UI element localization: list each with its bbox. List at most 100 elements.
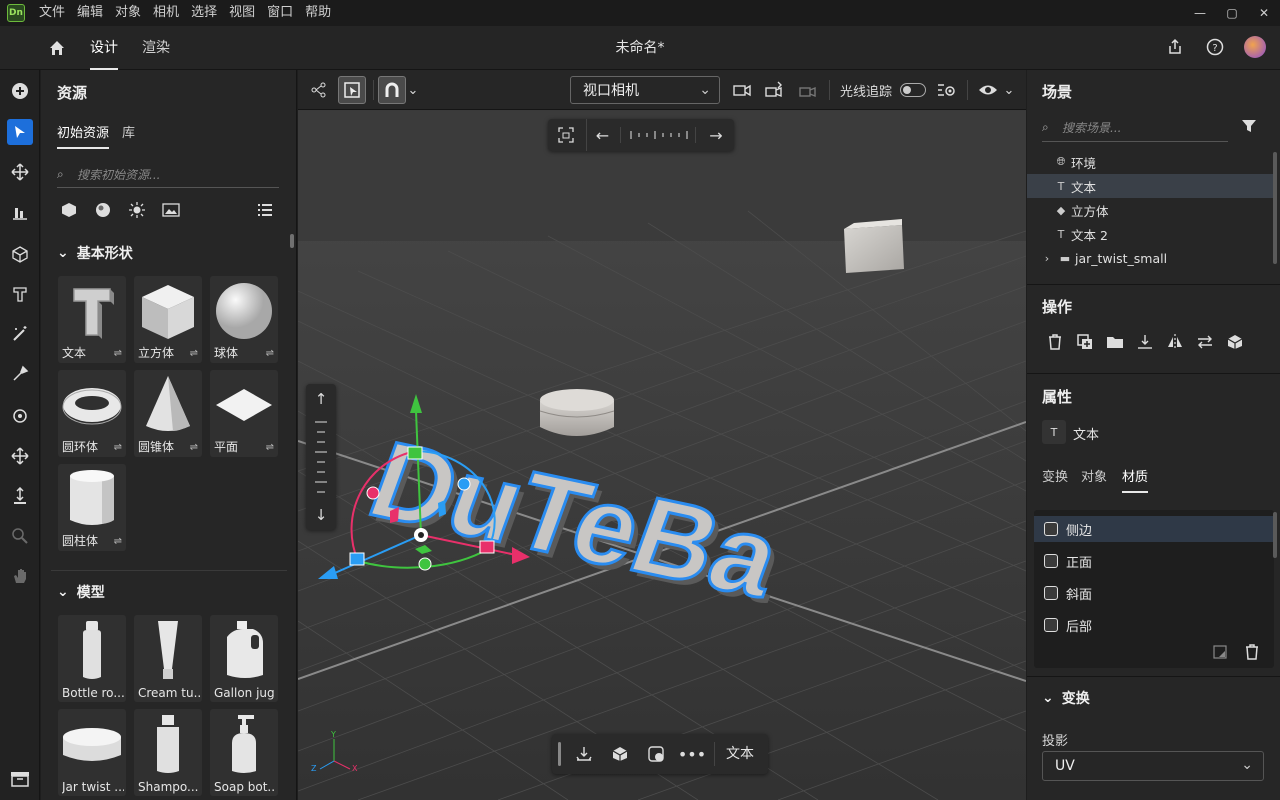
- options-icon[interactable]: ⇌: [114, 348, 122, 359]
- swap-icon[interactable]: [1195, 332, 1215, 352]
- chevron-down-icon[interactable]: ⌄: [404, 76, 422, 104]
- asset-plane[interactable]: 平面 ⇌: [210, 370, 278, 457]
- tab-render[interactable]: 渲染: [142, 26, 170, 70]
- arrow-right-icon[interactable]: →: [700, 119, 732, 151]
- drop-to-ground-icon[interactable]: [574, 744, 594, 764]
- asset-cream-tube[interactable]: Cream tu...: [134, 615, 202, 702]
- arrow-up-icon[interactable]: ↑: [306, 384, 336, 414]
- more-icon[interactable]: •••: [678, 744, 706, 764]
- select-mode-icon[interactable]: [338, 76, 366, 104]
- asset-bottle[interactable]: Bottle ro...: [58, 615, 126, 702]
- menu-window[interactable]: 窗口: [261, 0, 299, 26]
- options-icon[interactable]: ⇌: [190, 442, 198, 453]
- filter-icon[interactable]: [1239, 116, 1259, 136]
- asset-torus[interactable]: 圆环体 ⇌: [58, 370, 126, 457]
- chevron-down-icon[interactable]: ⌄: [1000, 76, 1018, 104]
- asset-jar-twist[interactable]: Jar twist ...: [58, 709, 126, 796]
- avatar[interactable]: [1244, 36, 1266, 58]
- options-icon[interactable]: ⇌: [114, 536, 122, 547]
- viewport[interactable]: ⌄ 视口相机 ⌄ 光线追踪 ⌄ DuTeBa DuTeBa Y X Z ← → …: [298, 70, 1026, 800]
- pan-tool-icon[interactable]: [7, 443, 33, 469]
- arrow-down-icon[interactable]: ↓: [306, 500, 336, 530]
- assets-scrollbar[interactable]: [290, 234, 294, 248]
- group-transform[interactable]: ⌄ 变换: [1042, 688, 1090, 708]
- scene-item-environment[interactable]: 🌐︎ 环境: [1027, 150, 1273, 174]
- drop-to-ground-icon[interactable]: [1135, 332, 1155, 352]
- properties-scrollbar[interactable]: [1273, 512, 1277, 558]
- menu-select[interactable]: 选择: [185, 0, 223, 26]
- viewport-canvas[interactable]: DuTeBa DuTeBa Y X Z ← → ↑ ↓ ••• 文本: [298, 111, 1026, 800]
- frame-selection-icon[interactable]: [556, 125, 576, 145]
- group-basic-shapes[interactable]: ⌄ 基本形状: [57, 243, 133, 263]
- menu-help[interactable]: 帮助: [299, 0, 337, 26]
- material-item-bevel[interactable]: 斜面: [1034, 580, 1274, 606]
- visibility-icon[interactable]: [974, 76, 1002, 104]
- options-icon[interactable]: ⇌: [190, 348, 198, 359]
- camera-add-icon[interactable]: [728, 76, 756, 104]
- asset-cylinder[interactable]: 圆柱体 ⇌: [58, 464, 126, 551]
- projection-select[interactable]: UV ⌄: [1042, 751, 1264, 781]
- help-icon[interactable]: ?: [1204, 36, 1226, 58]
- delete-icon[interactable]: [1242, 642, 1262, 662]
- list-view-icon[interactable]: [255, 200, 275, 220]
- assets-search-input[interactable]: ⌕ 搜索初始资源...: [57, 162, 279, 188]
- options-icon[interactable]: ⇌: [266, 442, 274, 453]
- asset-cube[interactable]: 立方体 ⇌: [134, 276, 202, 363]
- asset-sphere[interactable]: 球体 ⇌: [210, 276, 278, 363]
- menu-file[interactable]: 文件: [33, 0, 71, 26]
- cube-tool-icon[interactable]: [7, 241, 33, 267]
- menu-view[interactable]: 视图: [223, 0, 261, 26]
- folder-icon[interactable]: [1105, 332, 1125, 352]
- scene-item-text-2[interactable]: T 文本 2: [1027, 222, 1273, 246]
- lights-filter-icon[interactable]: [127, 200, 147, 220]
- camera-reset-icon[interactable]: [794, 76, 822, 104]
- asset-cone[interactable]: 圆锥体 ⇌: [134, 370, 202, 457]
- tab-transform[interactable]: 变换: [1042, 466, 1068, 485]
- group-object-icon[interactable]: [610, 744, 630, 764]
- align-tool-icon[interactable]: [7, 199, 33, 225]
- menu-camera[interactable]: 相机: [147, 0, 185, 26]
- scene-cube[interactable]: [844, 219, 904, 273]
- tab-material[interactable]: 材质: [1122, 466, 1149, 493]
- menu-object[interactable]: 对象: [109, 0, 147, 26]
- zoom-icon[interactable]: [7, 523, 33, 549]
- tab-starter-assets[interactable]: 初始资源: [57, 122, 110, 149]
- materials-filter-icon[interactable]: [93, 200, 113, 220]
- dolly-tool-icon[interactable]: [7, 483, 33, 509]
- asset-soap-bottle[interactable]: Soap bot...: [210, 709, 278, 796]
- options-icon[interactable]: ⇌: [266, 348, 274, 359]
- share-icon[interactable]: [1164, 36, 1186, 58]
- asset-gallon-jug[interactable]: Gallon jug: [210, 615, 278, 702]
- maximize-icon[interactable]: ▢: [1216, 0, 1248, 26]
- magic-wand-icon[interactable]: [7, 321, 33, 347]
- material-icon[interactable]: [646, 744, 666, 764]
- delete-icon[interactable]: [1045, 332, 1065, 352]
- arrow-left-icon[interactable]: ←: [586, 119, 618, 151]
- scene-jar[interactable]: [539, 389, 615, 436]
- orbit-tool-icon[interactable]: [7, 403, 33, 429]
- asset-text[interactable]: 文本 ⇌: [58, 276, 126, 363]
- material-item-side[interactable]: 侧边: [1034, 516, 1274, 542]
- camera-dolly-slider[interactable]: [620, 127, 696, 143]
- move-tool-icon[interactable]: [7, 159, 33, 185]
- group-object-icon[interactable]: [1225, 332, 1245, 352]
- menu-edit[interactable]: 编辑: [71, 0, 109, 26]
- home-icon[interactable]: [46, 37, 68, 59]
- minimize-icon[interactable]: —: [1184, 0, 1216, 26]
- asset-shampoo[interactable]: Shampo...: [134, 709, 202, 796]
- models-filter-icon[interactable]: [59, 200, 79, 220]
- images-filter-icon[interactable]: [161, 200, 181, 220]
- scene-item-jar-twist-small[interactable]: › ▬ jar_twist_small: [1027, 246, 1273, 270]
- material-item-back[interactable]: 后部: [1034, 612, 1274, 638]
- duplicate-icon[interactable]: [1075, 332, 1095, 352]
- raytrace-toggle[interactable]: 光线追踪: [840, 76, 927, 104]
- scene-scrollbar[interactable]: [1273, 152, 1277, 264]
- archive-icon[interactable]: [7, 766, 33, 792]
- tab-library[interactable]: 库: [122, 122, 135, 141]
- text-3d-tool-icon[interactable]: [7, 281, 33, 307]
- scene-item-text[interactable]: T 文本: [1027, 174, 1273, 198]
- scene-search-input[interactable]: ⌕ 搜索场景...: [1042, 114, 1228, 142]
- add-icon[interactable]: [7, 78, 33, 104]
- material-item-front[interactable]: 正面: [1034, 548, 1274, 574]
- camera-height-slider[interactable]: [313, 418, 329, 496]
